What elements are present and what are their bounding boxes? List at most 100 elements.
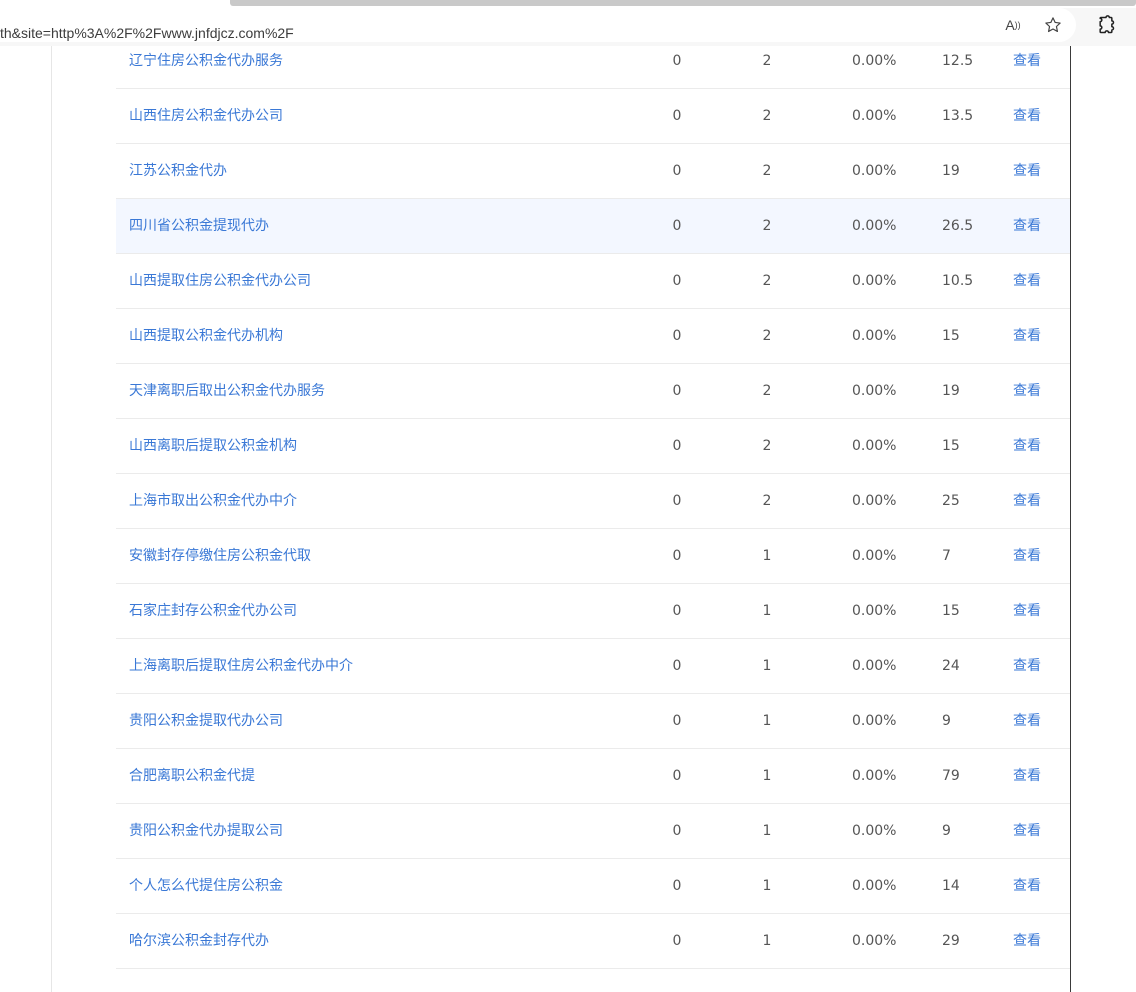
col-a-value: 0 — [672, 548, 682, 564]
read-aloud-icon[interactable]: A)) — [1002, 14, 1024, 36]
view-link[interactable]: 查看 — [1013, 914, 1041, 968]
col-b-value: 2 — [762, 53, 772, 69]
table-row: 个人怎么代提住房公积金 0 1 0.00% 14 查看 — [116, 859, 1070, 914]
view-link[interactable]: 查看 — [1013, 364, 1041, 418]
table-row: 辽宁住房公积金代办服务 0 2 0.00% 12.5 查看 — [116, 34, 1070, 89]
col-a-value: 0 — [672, 713, 682, 729]
keyword-link[interactable]: 上海离职后提取住房公积金代办中介 — [129, 639, 353, 693]
percent-value: 0.00% — [852, 768, 897, 784]
view-link[interactable]: 查看 — [1013, 804, 1041, 858]
percent-value: 0.00% — [852, 53, 897, 69]
index-value: 12.5 — [942, 53, 974, 69]
keyword-link[interactable]: 安徽封存停缴住房公积金代取 — [129, 529, 311, 583]
keyword-link[interactable]: 山西离职后提取公积金机构 — [129, 419, 297, 473]
col-b-value: 2 — [762, 493, 772, 509]
table-row: 山西提取公积金代办机构 0 2 0.00% 15 查看 — [116, 309, 1070, 364]
table-row: 安徽封存停缴住房公积金代取 0 1 0.00% 7 查看 — [116, 529, 1070, 584]
percent-value: 0.00% — [852, 383, 897, 399]
percent-value: 0.00% — [852, 548, 897, 564]
col-a-value: 0 — [672, 273, 682, 289]
col-b-value: 1 — [762, 933, 772, 949]
keyword-table: 辽宁住房公积金代办服务 0 2 0.00% 12.5 查看 山西住房公积金代办公司 0 2 0.0… — [116, 34, 1070, 969]
view-link[interactable]: 查看 — [1013, 584, 1041, 638]
scrollbar[interactable] — [230, 0, 1136, 6]
col-a-value: 0 — [672, 438, 682, 454]
col-b-value: 2 — [762, 328, 772, 344]
table-row: 山西离职后提取公积金机构 0 2 0.00% 15 查看 — [116, 419, 1070, 474]
table-row: 四川省公积金提现代办 0 2 0.00% 26.5 查看 — [116, 199, 1070, 254]
col-b-value: 2 — [762, 218, 772, 234]
percent-value: 0.00% — [852, 658, 897, 674]
index-value: 13.5 — [942, 108, 974, 124]
keyword-link[interactable]: 哈尔滨公积金封存代办 — [129, 914, 269, 968]
table-row: 山西提取住房公积金代办公司 0 2 0.00% 10.5 查看 — [116, 254, 1070, 309]
view-link[interactable]: 查看 — [1013, 859, 1041, 913]
table-row: 江苏公积金代办 0 2 0.00% 19 查看 — [116, 144, 1070, 199]
keyword-link[interactable]: 山西提取公积金代办机构 — [129, 309, 283, 363]
table-row: 贵阳公积金提取代办公司 0 1 0.00% 9 查看 — [116, 694, 1070, 749]
col-a-value: 0 — [672, 823, 682, 839]
keyword-link[interactable]: 合肥离职公积金代提 — [129, 749, 255, 803]
table-row: 上海离职后提取住房公积金代办中介 0 1 0.00% 24 查看 — [116, 639, 1070, 694]
index-value: 15 — [942, 603, 960, 619]
col-b-value: 1 — [762, 713, 772, 729]
view-link[interactable]: 查看 — [1013, 89, 1041, 143]
col-a-value: 0 — [672, 768, 682, 784]
col-a-value: 0 — [672, 658, 682, 674]
col-b-value: 2 — [762, 108, 772, 124]
puzzle-icon[interactable] — [1095, 14, 1117, 36]
table-row: 天津离职后取出公积金代办服务 0 2 0.00% 19 查看 — [116, 364, 1070, 419]
star-icon[interactable] — [1042, 14, 1064, 36]
view-link[interactable]: 查看 — [1013, 199, 1041, 253]
percent-value: 0.00% — [852, 603, 897, 619]
index-value: 15 — [942, 328, 960, 344]
keyword-link[interactable]: 贵阳公积金提取代办公司 — [129, 694, 283, 748]
view-link[interactable]: 查看 — [1013, 144, 1041, 198]
col-b-value: 1 — [762, 548, 772, 564]
percent-value: 0.00% — [852, 878, 897, 894]
col-a-value: 0 — [672, 163, 682, 179]
percent-value: 0.00% — [852, 493, 897, 509]
view-link[interactable]: 查看 — [1013, 749, 1041, 803]
view-link[interactable]: 查看 — [1013, 529, 1041, 583]
keyword-link[interactable]: 个人怎么代提住房公积金 — [129, 859, 283, 913]
index-value: 14 — [942, 878, 960, 894]
col-b-value: 2 — [762, 438, 772, 454]
col-b-value: 1 — [762, 768, 772, 784]
col-b-value: 1 — [762, 603, 772, 619]
keyword-link[interactable]: 四川省公积金提现代办 — [129, 199, 269, 253]
percent-value: 0.00% — [852, 328, 897, 344]
col-a-value: 0 — [672, 53, 682, 69]
keyword-link[interactable]: 江苏公积金代办 — [129, 144, 227, 198]
col-a-value: 0 — [672, 328, 682, 344]
index-value: 10.5 — [942, 273, 974, 289]
col-b-value: 2 — [762, 273, 772, 289]
percent-value: 0.00% — [852, 273, 897, 289]
keyword-link[interactable]: 贵阳公积金代办提取公司 — [129, 804, 283, 858]
index-value: 9 — [942, 823, 951, 839]
keyword-link[interactable]: 石家庄封存公积金代办公司 — [129, 584, 297, 638]
view-link[interactable]: 查看 — [1013, 639, 1041, 693]
view-link[interactable]: 查看 — [1013, 254, 1041, 308]
keyword-link[interactable]: 天津离职后取出公积金代办服务 — [129, 364, 325, 418]
keyword-link[interactable]: 山西住房公积金代办公司 — [129, 89, 283, 143]
left-divider — [51, 46, 52, 992]
col-a-value: 0 — [672, 933, 682, 949]
view-link[interactable]: 查看 — [1013, 419, 1041, 473]
col-b-value: 1 — [762, 878, 772, 894]
percent-value: 0.00% — [852, 933, 897, 949]
percent-value: 0.00% — [852, 438, 897, 454]
table-row: 上海市取出公积金代办中介 0 2 0.00% 25 查看 — [116, 474, 1070, 529]
keyword-link[interactable]: 辽宁住房公积金代办服务 — [129, 34, 283, 88]
view-link[interactable]: 查看 — [1013, 34, 1041, 88]
table-row: 哈尔滨公积金封存代办 0 1 0.00% 29 查看 — [116, 914, 1070, 969]
keyword-link[interactable]: 上海市取出公积金代办中介 — [129, 474, 297, 528]
view-link[interactable]: 查看 — [1013, 309, 1041, 363]
page-content: 辽宁住房公积金代办服务 0 2 0.00% 12.5 查看 山西住房公积金代办公司 0 2 0.0… — [0, 46, 1136, 992]
index-value: 7 — [942, 548, 951, 564]
keyword-link[interactable]: 山西提取住房公积金代办公司 — [129, 254, 311, 308]
col-b-value: 1 — [762, 658, 772, 674]
index-value: 19 — [942, 383, 960, 399]
view-link[interactable]: 查看 — [1013, 474, 1041, 528]
view-link[interactable]: 查看 — [1013, 694, 1041, 748]
